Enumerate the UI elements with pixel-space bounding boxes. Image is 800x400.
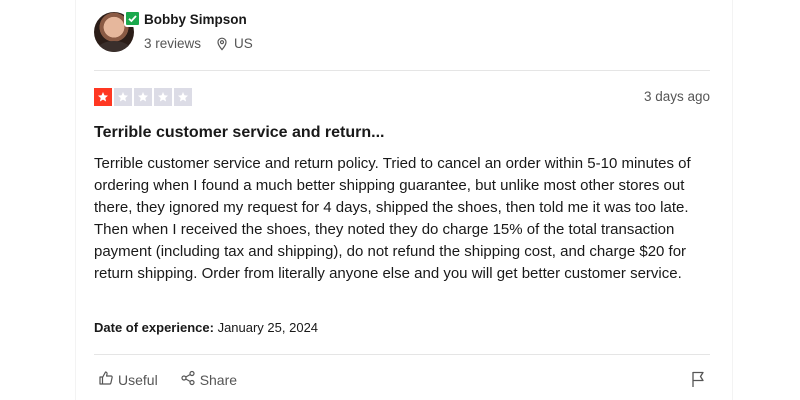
share-icon (180, 370, 196, 389)
review-date: 3 days ago (643, 89, 710, 104)
useful-button[interactable]: Useful (98, 370, 158, 389)
divider (94, 70, 710, 71)
star-icon (154, 88, 172, 106)
star-icon (174, 88, 192, 106)
reviewer-meta: 3 reviews US (144, 36, 253, 51)
flag-icon[interactable] (690, 370, 706, 393)
location-pin-icon (215, 37, 229, 51)
reviewer-country: US (234, 36, 253, 51)
share-button[interactable]: Share (180, 370, 237, 389)
star-icon (114, 88, 132, 106)
review-card: Bobby Simpson 3 reviews US 3 days ago Te… (76, 0, 732, 400)
star-icon (94, 88, 112, 106)
review-title[interactable]: Terrible customer service and return... (94, 124, 384, 142)
review-body: Terrible customer service and return pol… (94, 155, 691, 282)
share-label: Share (199, 371, 238, 388)
star-icon (134, 88, 152, 106)
experience-date: January 25, 2024 (217, 320, 319, 335)
review-actions: Useful Share (98, 370, 259, 389)
divider (94, 354, 710, 355)
useful-label: Useful (118, 371, 158, 388)
review-count: 3 reviews (144, 36, 202, 51)
experience-label: Date of experience: (94, 320, 214, 335)
reviewer-name[interactable]: Bobby Simpson (144, 12, 247, 27)
date-of-experience: Date of experience: January 25, 2024 (94, 320, 318, 335)
verified-badge-icon (124, 10, 141, 27)
thumbs-up-icon (98, 370, 114, 389)
star-rating (94, 88, 192, 106)
